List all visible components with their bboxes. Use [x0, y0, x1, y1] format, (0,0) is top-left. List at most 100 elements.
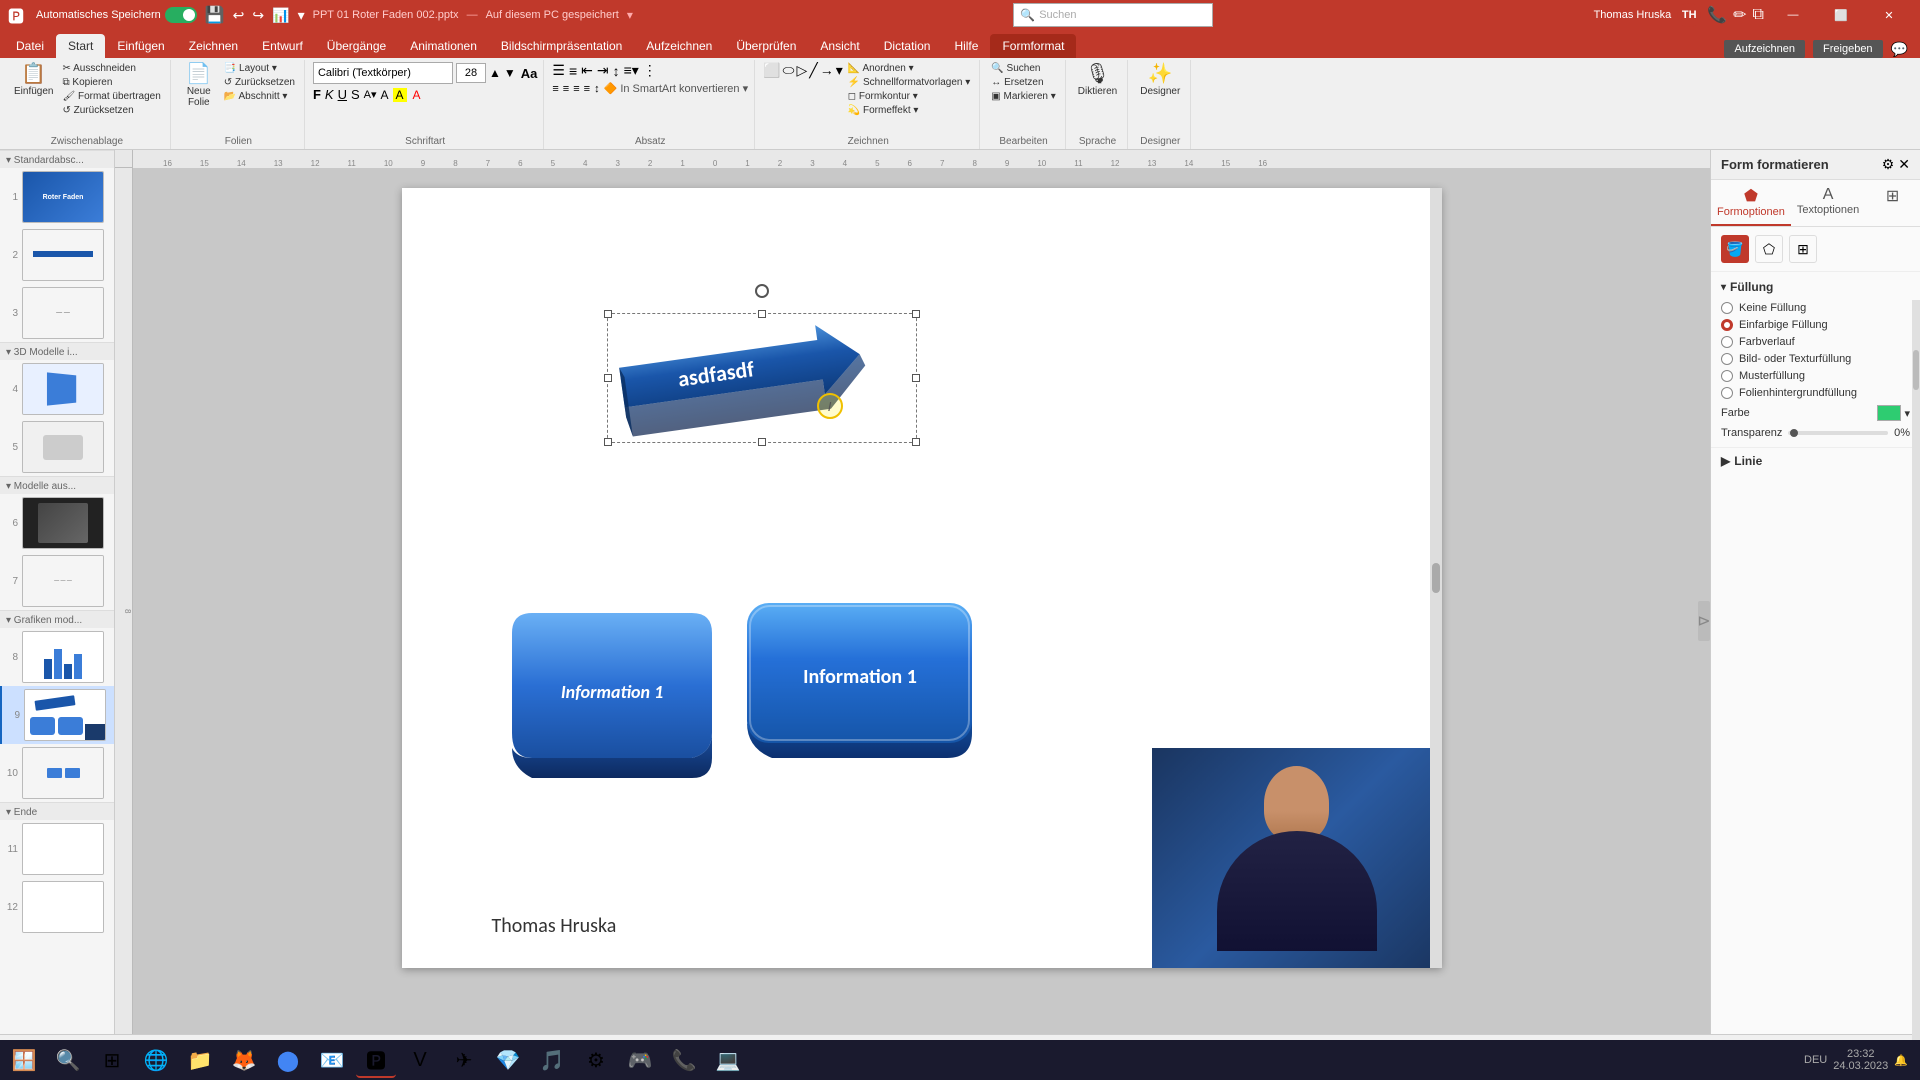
- taskbar-chrome-button[interactable]: ⬤: [268, 1042, 308, 1078]
- taskbar-firefox-button[interactable]: 🦊: [224, 1042, 264, 1078]
- align-right-btn[interactable]: ≡: [573, 83, 579, 95]
- taskbar-app2-button[interactable]: 💎: [488, 1042, 528, 1078]
- taskbar-settings-button[interactable]: ⚙: [576, 1042, 616, 1078]
- close-button[interactable]: ✕: [1866, 0, 1912, 30]
- search-box[interactable]: 🔍 Suchen: [1013, 3, 1213, 27]
- triangle-shape-btn[interactable]: ▷: [797, 62, 808, 79]
- fill-option-verlauf[interactable]: Farbverlauf: [1721, 336, 1910, 348]
- circle-shape-btn[interactable]: ⬭: [783, 62, 795, 79]
- handle-ml[interactable]: [604, 374, 612, 382]
- taskbar-powerpoint-button[interactable]: 🅿: [356, 1042, 396, 1078]
- presentation-icon[interactable]: 📊: [272, 7, 289, 24]
- font-size-up-btn[interactable]: ▲: [489, 66, 501, 80]
- highlight-btn[interactable]: A: [393, 88, 407, 102]
- formkontur-btn[interactable]: ◻ Formkontur ▾: [845, 90, 974, 103]
- arrow-shape-container[interactable]: asdfasdf I: [622, 328, 902, 433]
- slide-item-1[interactable]: 1 Roter Faden: [0, 168, 114, 226]
- panel-scrollbar[interactable]: [1912, 300, 1920, 1052]
- slide-item-11[interactable]: 11: [0, 820, 114, 878]
- bullet-list-btn[interactable]: ☰: [552, 62, 565, 79]
- panel-tab-tabellenoptionen[interactable]: ⊞: [1865, 180, 1920, 226]
- saved-dropdown-icon[interactable]: ▾: [627, 8, 633, 22]
- color-picker[interactable]: ▾: [1877, 405, 1910, 421]
- decrease-indent-btn[interactable]: ⇤: [581, 62, 593, 79]
- text-direction-btn[interactable]: ↕: [613, 63, 620, 79]
- taskbar-taskview-button[interactable]: ⊞: [92, 1042, 132, 1078]
- more-shapes-btn[interactable]: ▾: [836, 62, 843, 79]
- fill-section-header[interactable]: ▾ Füllung: [1721, 280, 1910, 294]
- neue-folie-button[interactable]: 📄 NeueFolie: [179, 62, 219, 110]
- color-swatch[interactable]: [1877, 405, 1901, 421]
- align-center-btn[interactable]: ≡: [563, 83, 569, 95]
- radio-farbverlauf[interactable]: [1721, 336, 1733, 348]
- taskbar-app6-button[interactable]: 💻: [708, 1042, 748, 1078]
- panel-tab-textoptionen[interactable]: A Textoptionen: [1791, 180, 1865, 226]
- kopieren-button[interactable]: ⧉ Kopieren: [59, 76, 163, 89]
- taskbar-app3-button[interactable]: 🎵: [532, 1042, 572, 1078]
- rotate-handle[interactable]: [755, 284, 769, 298]
- tab-hilfe[interactable]: Hilfe: [942, 34, 990, 58]
- layout-button[interactable]: 📑 Layout ▾: [221, 62, 298, 75]
- font-color2-btn[interactable]: A: [411, 88, 423, 102]
- tab-ueberpruefen[interactable]: Überprüfen: [724, 34, 808, 58]
- redo-icon[interactable]: ↪: [252, 7, 264, 24]
- shadow-button[interactable]: A▾: [364, 88, 377, 101]
- taskbar-explorer-button[interactable]: 📁: [180, 1042, 220, 1078]
- diktieren-btn[interactable]: 🎙 Diktieren: [1074, 62, 1121, 99]
- smartart-btn[interactable]: 🔶 In SmartArt konvertieren ▾: [604, 82, 749, 95]
- strikethrough-button[interactable]: S: [351, 87, 360, 102]
- format-uebertragen-button[interactable]: 🖌 Format übertragen: [59, 90, 163, 103]
- tab-aufzeichnen[interactable]: Aufzeichnen: [634, 34, 724, 58]
- markieren-btn[interactable]: ▣ Markieren ▾: [988, 90, 1058, 103]
- taskbar-app5-button[interactable]: 📞: [664, 1042, 704, 1078]
- slide-item-8[interactable]: 8: [0, 628, 114, 686]
- tab-dictation[interactable]: Dictation: [872, 34, 943, 58]
- radio-musterfuellung[interactable]: [1721, 370, 1733, 382]
- line-shape-btn[interactable]: ╱: [809, 62, 817, 79]
- handle-tr[interactable]: [912, 310, 920, 318]
- align-text-btn[interactable]: ≡▾: [624, 62, 639, 79]
- zuruecksetzen2-button[interactable]: ↺ Zurücksetzen: [221, 76, 298, 89]
- tab-zeichnen[interactable]: Zeichnen: [177, 34, 250, 58]
- slide-item-3[interactable]: 3 — —: [0, 284, 114, 342]
- ausschneiden-button[interactable]: ✂ Ausschneiden: [59, 62, 163, 75]
- slide-item-2[interactable]: 2: [0, 226, 114, 284]
- einfuegen-button[interactable]: 📋 Einfügen: [10, 62, 57, 99]
- pen-icon[interactable]: ✏: [1733, 5, 1746, 25]
- radio-keine-fuellung[interactable]: [1721, 302, 1733, 314]
- scroll-indicator[interactable]: [1430, 188, 1442, 968]
- tab-bildschirm[interactable]: Bildschirmpräsentation: [489, 34, 634, 58]
- taskbar-app1-button[interactable]: V: [400, 1042, 440, 1078]
- layout-icon-btn[interactable]: ⊞: [1789, 235, 1817, 263]
- save-icon[interactable]: 💾: [205, 5, 225, 25]
- increase-indent-btn[interactable]: ⇥: [597, 62, 609, 79]
- resize-handle[interactable]: ⊳: [1698, 601, 1710, 641]
- numbered-list-btn[interactable]: ≡: [569, 63, 577, 79]
- autosave-switch[interactable]: [165, 7, 197, 23]
- tab-datei[interactable]: Datei: [4, 34, 56, 58]
- slide-item-5[interactable]: 5: [0, 418, 114, 476]
- slide-group-modelle[interactable]: ▾ Modelle aus...: [0, 476, 114, 494]
- slide-item-7[interactable]: 7 — — —: [0, 552, 114, 610]
- slide-group-ende[interactable]: ▾ Ende: [0, 802, 114, 820]
- fill-icon-btn[interactable]: 🪣: [1721, 235, 1749, 263]
- color-dropdown-icon[interactable]: ▾: [1904, 407, 1910, 420]
- taskbar-edge-button[interactable]: 🌐: [136, 1042, 176, 1078]
- radio-bild-textur[interactable]: [1721, 353, 1733, 365]
- customize-icon[interactable]: ▾: [298, 7, 305, 24]
- handle-bc[interactable]: [758, 438, 766, 446]
- bold-button[interactable]: F: [313, 87, 321, 102]
- transparency-slider[interactable]: [1788, 431, 1888, 435]
- taskbar-telegram-button[interactable]: ✈: [444, 1042, 484, 1078]
- undo-icon[interactable]: ↩: [233, 7, 245, 24]
- abschnitt-button[interactable]: 📂 Abschnitt ▾: [221, 90, 298, 103]
- phone-icon[interactable]: 📞: [1707, 5, 1727, 25]
- tab-uebergaenge[interactable]: Übergänge: [315, 34, 398, 58]
- font-size-box[interactable]: 28: [456, 63, 486, 83]
- underline-button[interactable]: U: [338, 87, 347, 102]
- rect-shape-btn[interactable]: ⬜: [763, 62, 780, 79]
- radio-folienhintergrund[interactable]: [1721, 387, 1733, 399]
- arrow-shape-btn[interactable]: →: [820, 62, 834, 79]
- handle-tl[interactable]: [604, 310, 612, 318]
- slide-item-12[interactable]: 12: [0, 878, 114, 936]
